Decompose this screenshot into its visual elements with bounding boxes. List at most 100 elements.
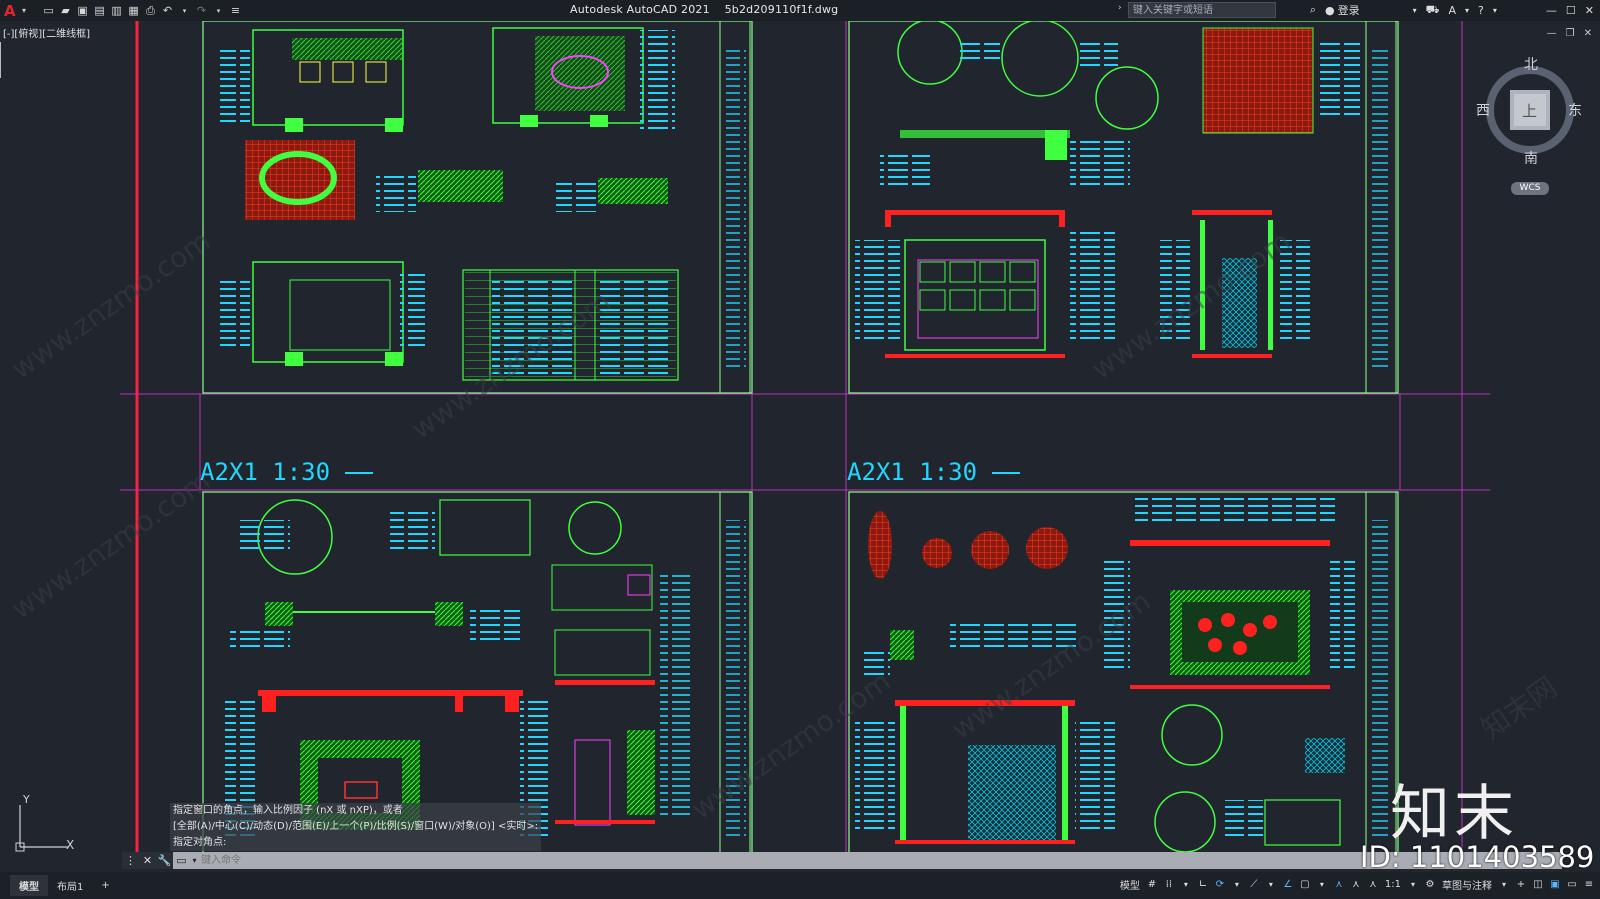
isolate-objects-icon[interactable]: ◫ [1533,879,1543,890]
plus-icon[interactable]: + [1516,879,1526,890]
drawing-canvas[interactable]: www.znzmo.com www.znzmo.com www.znzmo.co… [0,21,1600,867]
title-bar-right: ⌕ ● 登录 ▾ ⛟ A ▾ ? ▾ — ☐ ✕ [1310,2,1594,18]
gear-icon[interactable]: ⚙ [1425,879,1435,890]
doc-close-icon[interactable]: ✕ [1584,28,1592,39]
polar-tracking-icon[interactable]: ⟳ [1215,879,1225,890]
viewport-controls[interactable]: [-][俯视][二维线框] [3,25,90,40]
cart-icon[interactable]: ⛟ [1426,3,1440,18]
login-button[interactable]: 登录 [1338,2,1360,18]
osnap-dropdown-icon[interactable]: ▾ [1317,880,1327,889]
login-dropdown-icon[interactable]: ▾ [1413,6,1417,15]
viewcube-north[interactable]: 北 [1524,54,1538,74]
command-history-line: 指定对角点: [170,835,542,851]
file-name: 5b2d209110f1f.dwg [724,3,839,16]
customization-menu-icon[interactable]: ≡ [1584,879,1594,890]
maximize-icon[interactable]: ☐ [1566,4,1576,17]
object-snap-tracking-icon[interactable]: ∠ [1283,879,1293,890]
customize-icon[interactable]: ≡ [229,4,242,17]
tab-model[interactable]: 模型 [10,875,48,896]
quick-access-toolbar: ▭ ▰ ▣ ▤ ▥ ▦ ⎙ ↶ ▾ ↷ ▾ ≡ [42,4,242,17]
isodraft-icon[interactable]: ⟋ [1249,879,1259,890]
autocad-logo-icon[interactable]: A [4,2,20,20]
save-icon[interactable]: ▣ [76,4,89,17]
annotation-scale-icon[interactable]: ⋏ [1368,879,1378,890]
window-title: Autodesk AutoCAD 2021 5b2d209110f1f.dwg [570,3,838,16]
object-snap-icon[interactable]: ▢ [1300,879,1310,890]
autodesk-app-icon[interactable]: A [1449,4,1457,17]
close-icon[interactable]: ✕ [1585,4,1594,17]
polar-dropdown-icon[interactable]: ▾ [1232,880,1242,889]
user-icon[interactable]: ● [1325,4,1335,17]
doc-restore-icon[interactable]: ❐ [1566,28,1575,39]
sheet-top-left [202,21,753,394]
viewcube-ring-icon [1486,66,1574,154]
svg-text:知末网: 知末网 [1475,671,1563,746]
plot-preview-icon[interactable]: ▥ [110,4,123,17]
wcs-menu[interactable]: WCS [1511,182,1549,195]
command-input[interactable] [199,852,503,869]
viewcube-south[interactable]: 南 [1524,148,1538,168]
document-window-controls: — ❐ ✕ [1547,28,1592,39]
isodraft-dropdown-icon[interactable]: ▾ [1266,880,1276,889]
crosshair-cursor [0,42,1,78]
model-space-button[interactable]: 模型 [1120,877,1140,892]
annotation-scale-dropdown-icon[interactable]: ▾ [1408,880,1418,889]
watermark-id: ID: 1101403589 [1360,840,1595,874]
annotation-visibility-icon[interactable]: ⋏ [1334,879,1344,890]
publish-icon[interactable]: ▦ [127,4,140,17]
redo-icon[interactable]: ↷ [195,4,208,17]
status-bar-tools: 模型 # ⁞⁞ ▾ ∟ ⟳ ▾ ⟋ ▾ ∠ ▢ ▾ ⋏ ⋏ ⋏ 1:1 ▾ ⚙ … [1120,877,1594,892]
watermark-logo: 知末 [1390,779,1518,849]
recent-commands-icon[interactable]: ▭ [173,852,190,869]
ucs-y-label: Y [23,793,30,806]
help-icon[interactable]: ? [1478,4,1484,17]
new-icon[interactable]: ▭ [42,4,55,17]
workspace-switch[interactable]: 草图与注释 [1442,877,1492,892]
auto-scale-icon[interactable]: ⋏ [1351,879,1361,890]
minimize-icon[interactable]: — [1546,4,1557,17]
ucs-icon: Y X [10,793,80,855]
ucs-x-label: X [66,838,75,852]
add-layout-button[interactable]: + [92,877,118,894]
sheet-bottom-right [848,491,1399,867]
search-expand-icon[interactable]: › [1118,3,1122,13]
svg-text:www.znzmo.com: www.znzmo.com [5,224,216,386]
viewcube-east[interactable]: 东 [1568,100,1582,120]
cad-drawing: www.znzmo.com www.znzmo.com www.znzmo.co… [5,21,1563,867]
recent-commands-dropdown-icon[interactable]: ▾ [190,852,199,869]
command-line: ⋮ ✕ 🔧 ▭ ▾ [122,852,1562,869]
snap-icon[interactable]: ⁞⁞ [1164,879,1174,890]
svg-text:www.znzmo.com: www.znzmo.com [5,464,216,626]
saveas-icon[interactable]: ▤ [93,4,106,17]
help-dropdown-icon[interactable]: ▾ [1493,6,1497,15]
open-icon[interactable]: ▰ [59,4,72,17]
undo-icon[interactable]: ↶ [161,4,174,17]
viewcube[interactable]: 北 南 东 西 上 [1476,57,1582,202]
hardware-acceleration-icon[interactable]: ▣ [1550,879,1560,890]
annotation-scale-value[interactable]: 1:1 [1385,879,1401,890]
print-icon[interactable]: ⎙ [144,4,157,17]
viewcube-top-face[interactable]: 上 [1522,100,1537,121]
app-title: Autodesk AutoCAD 2021 [570,3,710,16]
status-bar: 模型 布局1 + 模型 # ⁞⁞ ▾ ∟ ⟳ ▾ ⟋ ▾ ∠ ▢ ▾ ⋏ ⋏ ⋏… [0,872,1600,899]
doc-minimize-icon[interactable]: — [1547,28,1557,39]
redo-dropdown-icon[interactable]: ▾ [212,5,225,17]
search-icon[interactable]: ⌕ [1310,3,1316,17]
workspace-dropdown-icon[interactable]: ▾ [1499,880,1509,889]
command-line-grip-icon[interactable]: ⋮ [122,852,139,869]
clean-screen-icon[interactable]: ▭ [1567,879,1577,890]
viewcube-west[interactable]: 西 [1476,100,1490,120]
app-dropdown-icon[interactable]: ▾ [1465,6,1469,15]
tab-layout1[interactable]: 布局1 [48,875,92,896]
customize-wrench-icon[interactable]: 🔧 [156,852,173,869]
grid-icon[interactable]: # [1147,879,1157,890]
app-menu-chevron-icon[interactable]: ▾ [22,6,26,15]
command-history: 指定窗口的角点，输入比例因子 (nX 或 nXP)，或者 [全部(A)/中心(C… [170,803,542,851]
command-history-line: [全部(A)/中心(C)/动态(D)/范围(E)/上一个(P)/比例(S)/窗口… [170,819,542,835]
command-history-line: 指定窗口的角点，输入比例因子 (nX 或 nXP)，或者 [170,803,542,819]
close-command-line-icon[interactable]: ✕ [139,852,156,869]
ortho-icon[interactable]: ∟ [1198,879,1208,890]
undo-dropdown-icon[interactable]: ▾ [178,5,191,17]
search-input[interactable]: 键入关键字或短语 [1128,2,1276,18]
snap-dropdown-icon[interactable]: ▾ [1181,880,1191,889]
